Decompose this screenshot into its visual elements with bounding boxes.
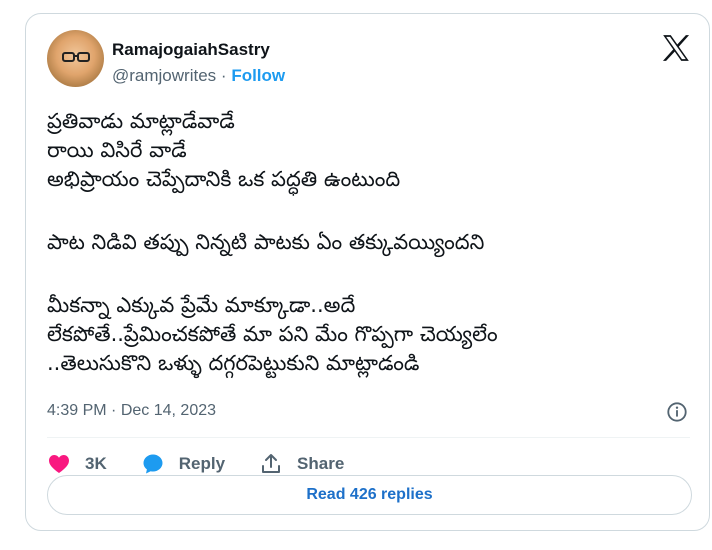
follow-button[interactable]: Follow [231, 66, 285, 85]
action-bar: 3K Reply Share [47, 450, 378, 478]
like-count: 3K [85, 454, 107, 473]
like-button[interactable]: 3K [47, 452, 107, 476]
tweet-line: లేకపోతే..ప్రేమించకపోతే మా పని మేం గొప్పగ… [47, 322, 498, 346]
tweet-line: అభిప్రాయం చెప్పేదానికి ఒక పద్ధతి ఉంటుంది [47, 167, 401, 191]
tweet-text: ప్రతివాడు మాట్లాడేవాడే రాయి విసిరే వాడే … [47, 107, 687, 378]
reply-bubble-icon [143, 454, 163, 474]
tweet-timestamp[interactable]: 4:39 PM · Dec 14, 2023 [47, 402, 216, 420]
reply-label: Reply [178, 454, 226, 473]
tweet-line: ..తెలుసుకొని ఒళ్ళు దగ్గరపెట్టుకుని మాట్ల… [47, 351, 420, 375]
author-handle[interactable]: @ramjowrites [112, 66, 216, 85]
x-logo-icon[interactable] [662, 35, 690, 61]
heart-icon [49, 455, 69, 473]
divider [47, 437, 690, 438]
author-name[interactable]: RamajogaiahSastry [112, 40, 270, 60]
info-icon[interactable] [666, 401, 688, 423]
reply-button[interactable]: Reply [141, 452, 225, 476]
share-label: Share [297, 454, 345, 473]
tweet-line: ప్రతివాడు మాట్లాడేవాడే [47, 109, 235, 133]
tweet-line: రాయి విసిరే వాడే [47, 138, 187, 162]
share-icon [262, 454, 281, 473]
author-handle-row: @ramjowrites · Follow [112, 66, 285, 86]
author-avatar[interactable] [47, 30, 104, 87]
tweet-line: పాట నిడివి తప్పు నిన్నటి పాటకు ఏం తక్కువ… [47, 230, 485, 254]
tweet-card: RamajogaiahSastry @ramjowrites · Follow … [25, 13, 710, 531]
timestamp-separator: · [111, 402, 121, 419]
tweet-date: Dec 14, 2023 [120, 402, 217, 419]
tweet-line: మీకన్నా ఎక్కువ ప్రేమే మాక్కూడా..అదే [47, 293, 356, 317]
share-button[interactable]: Share [259, 452, 344, 476]
handle-separator: · [220, 66, 227, 85]
read-replies-button[interactable]: Read 426 replies [47, 475, 692, 515]
avatar-glasses-graphic [62, 52, 90, 62]
tweet-time: 4:39 PM [47, 402, 107, 419]
